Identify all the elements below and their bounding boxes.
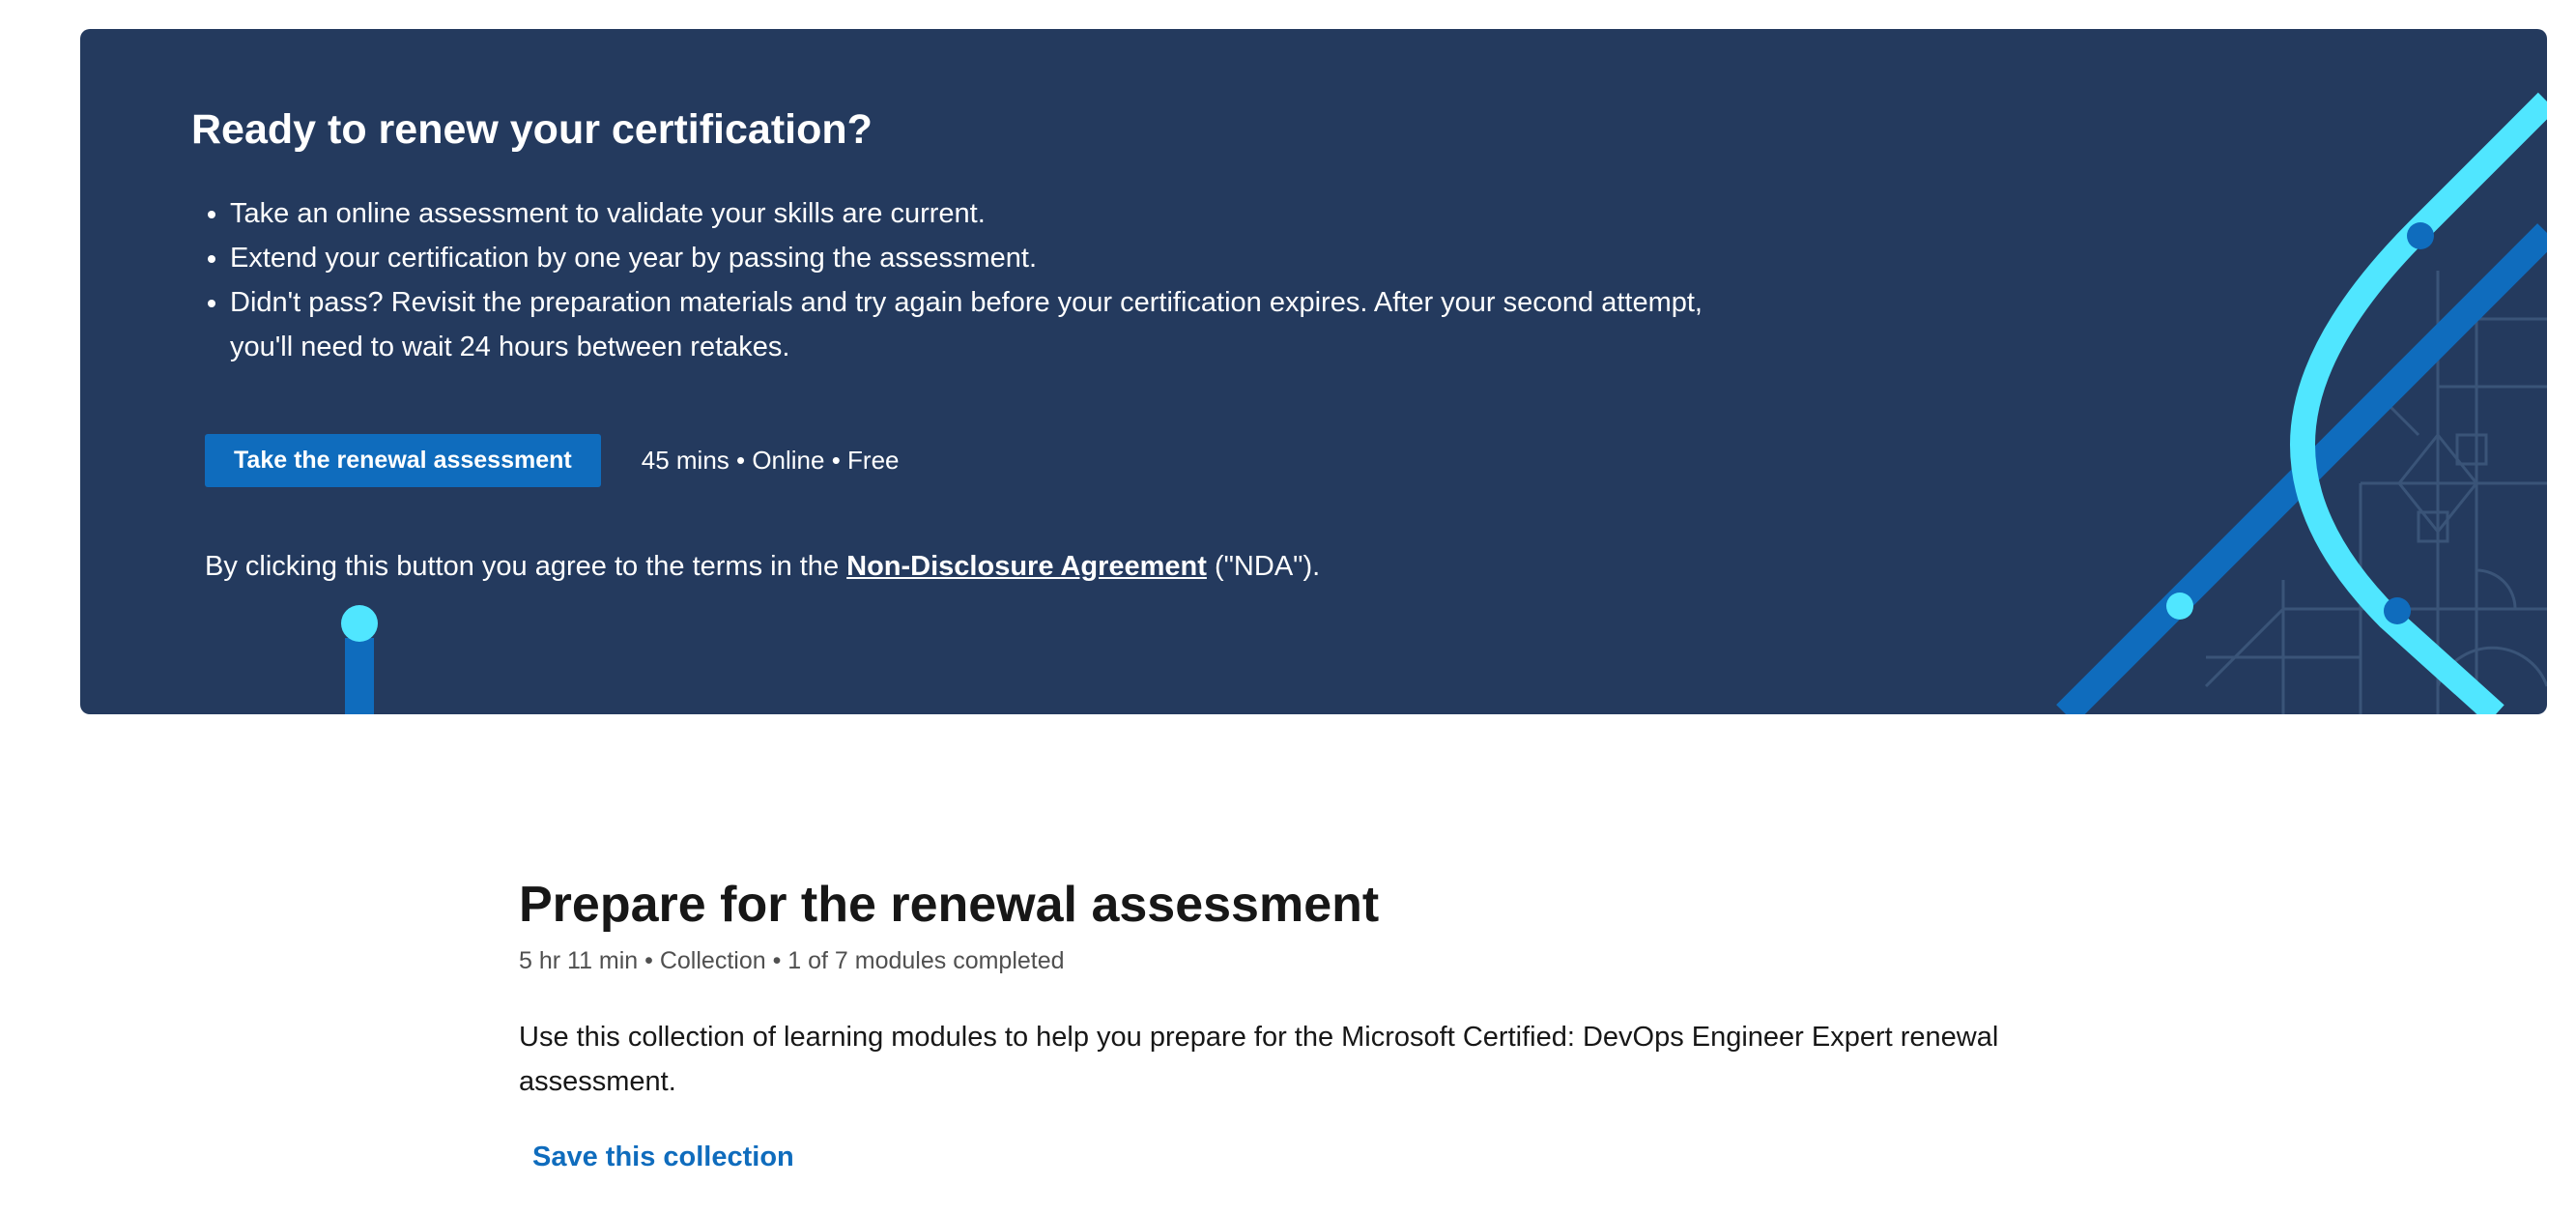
node-dot (2166, 593, 2193, 620)
nda-suffix: ("NDA"). (1206, 551, 1321, 582)
save-collection-button[interactable]: Save this collection (532, 1142, 794, 1173)
list-item: Didn't pass? Revisit the preparation mat… (230, 280, 1737, 369)
collection-meta: 5 hr 11 min • Collection • 1 of 7 module… (519, 947, 1065, 974)
node-dot (2384, 597, 2411, 624)
assessment-details: 45 mins • Online • Free (641, 446, 900, 475)
renewal-banner: Ready to renew your certification? Take … (80, 29, 2547, 714)
list-item: Extend your certification by one year by… (230, 236, 1737, 280)
renewal-info-list: Take an online assessment to validate yo… (191, 191, 1737, 369)
banner-title: Ready to renew your certification? (191, 106, 873, 153)
pin-dot (341, 605, 378, 642)
nda-notice: By clicking this button you agree to the… (205, 551, 1320, 583)
collection-title: Prepare for the renewal assessment (519, 877, 1380, 933)
assessment-action-row: Take the renewal assessment 45 mins • On… (205, 434, 900, 487)
light-curve-decoration (2289, 92, 2547, 714)
pin-decoration (345, 638, 374, 714)
list-item: Take an online assessment to validate yo… (230, 191, 1737, 236)
collection-description: Use this collection of learning modules … (519, 1022, 1999, 1097)
nda-link[interactable]: Non-Disclosure Agreement (846, 551, 1207, 582)
nda-prefix: By clicking this button you agree to the… (205, 551, 847, 582)
pattern-decoration (2204, 271, 2547, 714)
take-renewal-assessment-button[interactable]: Take the renewal assessment (205, 434, 601, 487)
node-dot (2407, 222, 2434, 249)
